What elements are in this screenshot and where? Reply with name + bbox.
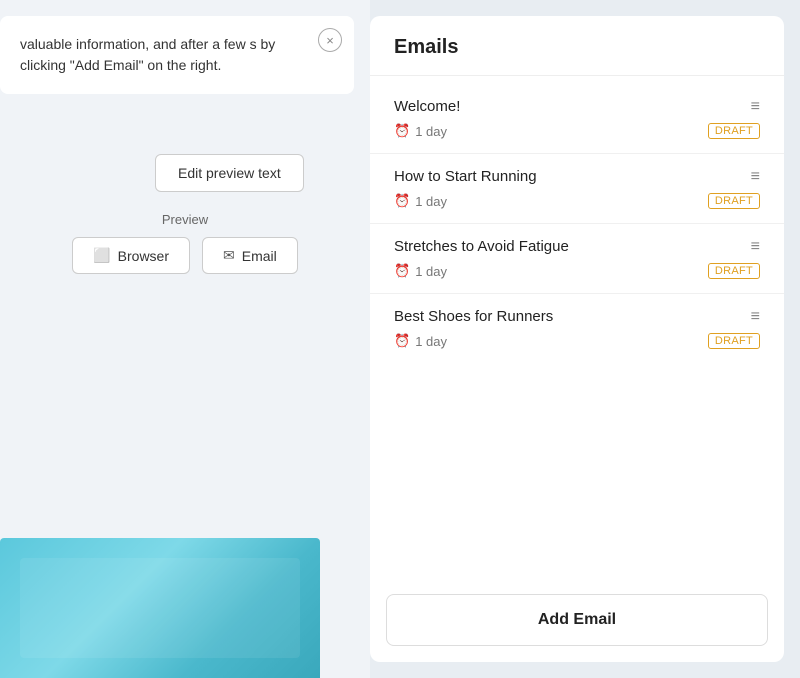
email-timing-text: 1 day <box>415 264 447 279</box>
email-timing-text: 1 day <box>415 334 447 349</box>
browser-preview-button[interactable]: ⬜ Browser <box>72 237 190 274</box>
browser-label: Browser <box>118 248 169 264</box>
email-label: Email <box>242 248 277 264</box>
draft-badge: DRAFT <box>708 333 760 349</box>
email-title: How to Start Running <box>394 168 537 185</box>
email-list: Welcome! ≡ ⏰ 1 day DRAFT How to Start Ru… <box>370 76 784 586</box>
email-timing: ⏰ 1 day <box>394 193 447 209</box>
draft-badge: DRAFT <box>708 193 760 209</box>
email-timing: ⏰ 1 day <box>394 263 447 279</box>
email-menu-icon[interactable]: ≡ <box>751 99 760 115</box>
emails-title: Emails <box>394 36 760 59</box>
email-preview-button[interactable]: ✉ Email <box>202 237 298 274</box>
email-menu-icon[interactable]: ≡ <box>751 309 760 325</box>
preview-buttons: ⬜ Browser ✉ Email <box>0 237 370 274</box>
emails-header: Emails <box>370 16 784 76</box>
preview-label: Preview <box>0 212 370 227</box>
email-list-item[interactable]: Welcome! ≡ ⏰ 1 day DRAFT <box>370 84 784 154</box>
email-timing: ⏰ 1 day <box>394 333 447 349</box>
email-title: Best Shoes for Runners <box>394 308 553 325</box>
email-menu-icon[interactable]: ≡ <box>751 239 760 255</box>
clock-icon: ⏰ <box>394 123 410 139</box>
clock-icon: ⏰ <box>394 333 410 349</box>
email-icon: ✉ <box>223 247 235 264</box>
draft-badge: DRAFT <box>708 123 760 139</box>
email-list-item[interactable]: How to Start Running ≡ ⏰ 1 day DRAFT <box>370 154 784 224</box>
info-card: × valuable information, and after a few … <box>0 16 354 94</box>
email-title: Welcome! <box>394 98 460 115</box>
clock-icon: ⏰ <box>394 263 410 279</box>
email-menu-icon[interactable]: ≡ <box>751 169 760 185</box>
right-panel: Emails Welcome! ≡ ⏰ 1 day DRAFT How to S… <box>370 0 800 678</box>
email-list-item[interactable]: Stretches to Avoid Fatigue ≡ ⏰ 1 day DRA… <box>370 224 784 294</box>
email-timing: ⏰ 1 day <box>394 123 447 139</box>
edit-preview-text-button[interactable]: Edit preview text <box>155 154 304 192</box>
info-card-text: valuable information, and after a few s … <box>20 34 334 76</box>
email-timing-text: 1 day <box>415 124 447 139</box>
email-list-item[interactable]: Best Shoes for Runners ≡ ⏰ 1 day DRAFT <box>370 294 784 363</box>
browser-icon: ⬜ <box>93 247 110 264</box>
close-button[interactable]: × <box>318 28 342 52</box>
left-panel: × valuable information, and after a few … <box>0 0 370 678</box>
image-preview <box>0 538 320 678</box>
draft-badge: DRAFT <box>708 263 760 279</box>
clock-icon: ⏰ <box>394 193 410 209</box>
email-title: Stretches to Avoid Fatigue <box>394 238 569 255</box>
emails-card: Emails Welcome! ≡ ⏰ 1 day DRAFT How to S… <box>370 16 784 662</box>
add-email-button[interactable]: Add Email <box>386 594 768 646</box>
email-timing-text: 1 day <box>415 194 447 209</box>
